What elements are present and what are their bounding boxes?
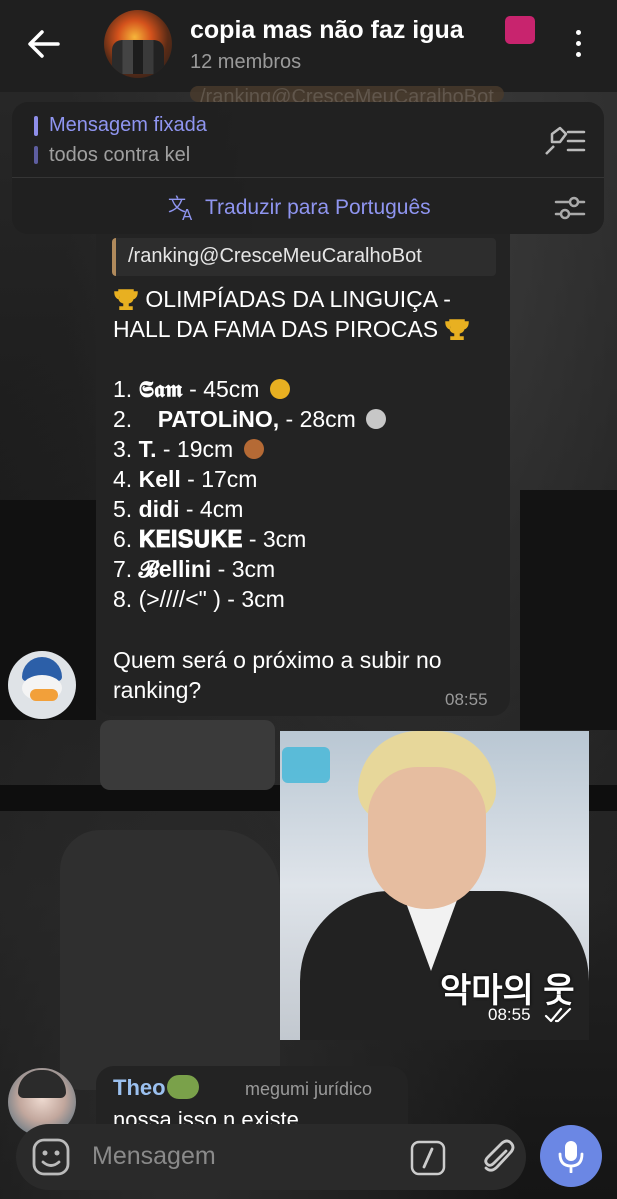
rank-size: - 45cm [189,376,260,402]
read-check-icon [544,1007,572,1023]
message-input-placeholder[interactable]: Mensagem [92,1142,216,1171]
rank-name: 𝕾𝖆𝖒 [138,376,183,402]
title-emoji-icon [505,16,535,44]
bot-command-icon[interactable] [410,1140,446,1176]
translate-icon[interactable]: 文 A [168,193,198,221]
rank-position: 7. [113,556,133,582]
pin-indicator [34,146,38,164]
pinned-label[interactable]: Mensagem fixada [49,114,207,137]
rank-position: 1. [113,376,133,402]
microphone-button[interactable] [540,1125,602,1187]
microphone-icon [558,1141,584,1173]
rank-position: 3. [113,436,133,462]
sender-tag: megumi jurídico [245,1079,373,1099]
pinned-text[interactable]: todos contra kel [49,144,190,167]
headline-text: HALL DA FAMA DAS PIROCAS [113,316,439,342]
photo-time: 08:55 [488,1005,531,1024]
group-avatar[interactable] [104,10,172,78]
message-text: ranking? [113,677,202,703]
trophy-icon [114,289,138,310]
rank-size: - 3cm [227,586,285,612]
rank-name: T. [138,436,157,462]
ranking-row: 5. didi - 4cm [113,496,243,523]
rank-size: - 3cm [248,526,307,552]
bronze-medal-icon [243,439,264,459]
wallpaper-shape [520,490,617,730]
rank-position: 2. [113,406,133,432]
rank-name: 𝓑ellini [138,556,212,582]
rank-position: 4. [113,466,133,492]
rank-position: 8. [113,586,133,612]
back-arrow-icon[interactable] [24,26,64,62]
show-logo [282,747,330,783]
ranking-row: 4. Kell - 17cm [113,466,257,493]
rank-name: Kell [138,466,181,492]
more-options-icon[interactable] [571,30,585,64]
rank-position: 6. [113,526,133,552]
rank-position: 5. [113,496,133,522]
translate-settings-icon[interactable] [554,195,586,221]
ranking-row: 8. (>////<" ) - 3cm [113,586,285,613]
headline-text: OLIMPÍADAS DA LINGUIÇA - [145,286,451,312]
sender-emoji-icon [167,1075,199,1099]
svg-text:A: A [182,206,193,221]
ranking-headline: OLIMPÍADAS DA LINGUIÇA - [113,286,451,313]
rank-name: PATOLiNO, [132,406,280,432]
rank-size: - 19cm [162,436,234,462]
rank-size: - 17cm [187,466,258,492]
sender-avatar[interactable] [8,651,76,719]
ranking-row: 2. PATOLiNO, - 28cm [113,406,387,433]
trophy-icon [445,319,470,340]
message-time: 08:55 [445,690,488,709]
member-count[interactable]: 12 membros [190,51,301,74]
ranking-headline: HALL DA FAMA DAS PIROCAS [113,316,470,343]
chat-title[interactable]: copia mas não faz igua [190,16,490,45]
ranking-row: 1. 𝕾𝖆𝖒 - 45cm [113,376,290,403]
photo-message[interactable]: 악마의 웃 [280,731,589,1040]
ranking-row: 6. 𝐊𝐄𝐈𝐒𝐔𝐊𝐄 - 3cm [113,526,306,553]
chat-header [0,0,617,92]
attach-icon[interactable] [478,1137,518,1177]
pin-indicator [34,116,38,136]
rank-name: didi [138,496,180,522]
divider [12,177,604,178]
reply-quote-text: /ranking@CresceMeuCaralhoBot [128,245,422,267]
sticker-emoji-icon[interactable] [30,1136,72,1178]
gold-medal-icon [269,379,290,399]
wallpaper-shape [60,830,280,1090]
sender-name[interactable]: Theo [113,1075,166,1101]
message-text: Quem será o próximo a subir no [113,647,442,673]
ranking-row: 3. T. - 19cm [113,436,264,463]
ranking-row: 7. 𝓑ellini - 3cm [113,556,275,583]
wallpaper-shape [100,720,275,790]
translate-button[interactable]: Traduzir para Português [205,196,431,220]
rank-name: (>////<" ) [138,586,221,612]
pin-list-icon[interactable] [542,124,586,158]
rank-name: 𝐊𝐄𝐈𝐒𝐔𝐊𝐄 [138,526,243,552]
ghost-reply-text: /ranking@CresceMeuCaralhoBot [190,86,504,102]
rank-size: - 28cm [285,406,356,432]
silver-medal-icon [366,409,387,429]
rank-size: - 3cm [217,556,276,582]
rank-size: - 4cm [185,496,244,522]
